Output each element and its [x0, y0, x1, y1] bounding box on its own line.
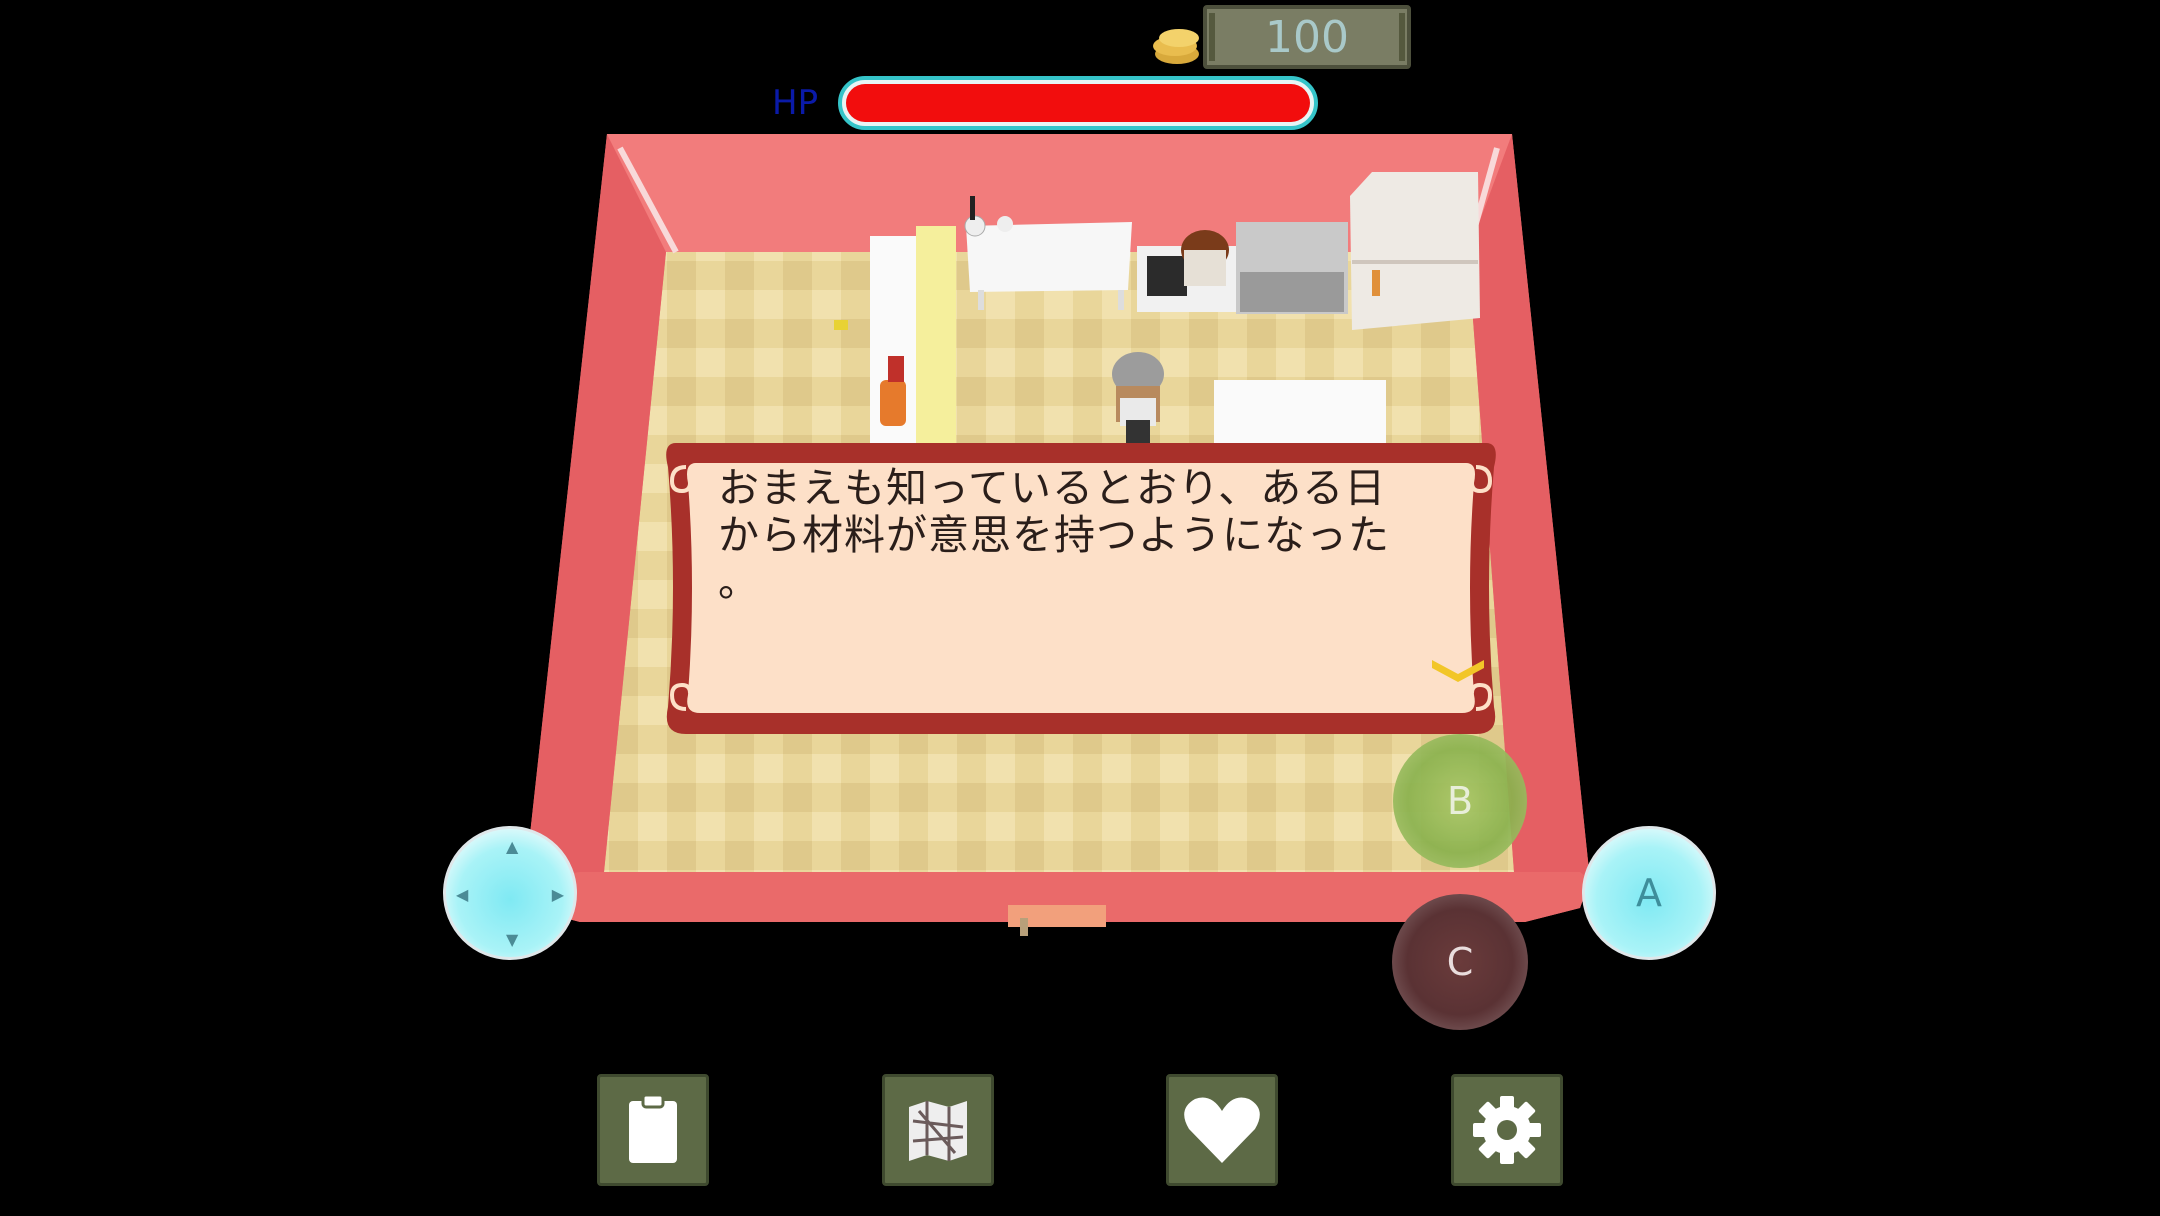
dpad-joystick[interactable]: ▲ ▼ ◀ ▶: [443, 826, 577, 960]
gear-icon: [1473, 1096, 1541, 1164]
dialog-text: おまえも知っているとおり、ある日 から材料が意思を持つようになった 。: [718, 464, 1390, 606]
map-button[interactable]: [882, 1074, 994, 1186]
arrow-left-icon: ◀: [456, 885, 469, 904]
settings-button[interactable]: [1451, 1074, 1563, 1186]
chevron-down-icon[interactable]: [1428, 654, 1488, 686]
b-button-label: B: [1446, 779, 1474, 823]
quest-button[interactable]: [597, 1074, 709, 1186]
arrow-up-icon: ▲: [506, 837, 519, 856]
c-button[interactable]: C: [1392, 894, 1528, 1030]
c-button-label: C: [1446, 940, 1474, 984]
heart-icon: [1184, 1097, 1260, 1163]
clipboard-icon: [629, 1093, 677, 1163]
favorite-button[interactable]: [1166, 1074, 1278, 1186]
coin-counter: 100: [1203, 5, 1411, 69]
coin-icon: [1153, 29, 1199, 64]
arrow-right-icon: ▶: [551, 885, 564, 904]
hp-bar-fill: [846, 84, 1310, 122]
map-icon: [909, 1101, 967, 1161]
a-button-label: A: [1636, 871, 1662, 915]
a-button[interactable]: A: [1582, 826, 1716, 960]
hp-bar: [838, 76, 1318, 130]
hp-label: HP: [772, 83, 819, 123]
b-button[interactable]: B: [1393, 734, 1527, 868]
arrow-down-icon: ▼: [506, 930, 519, 949]
